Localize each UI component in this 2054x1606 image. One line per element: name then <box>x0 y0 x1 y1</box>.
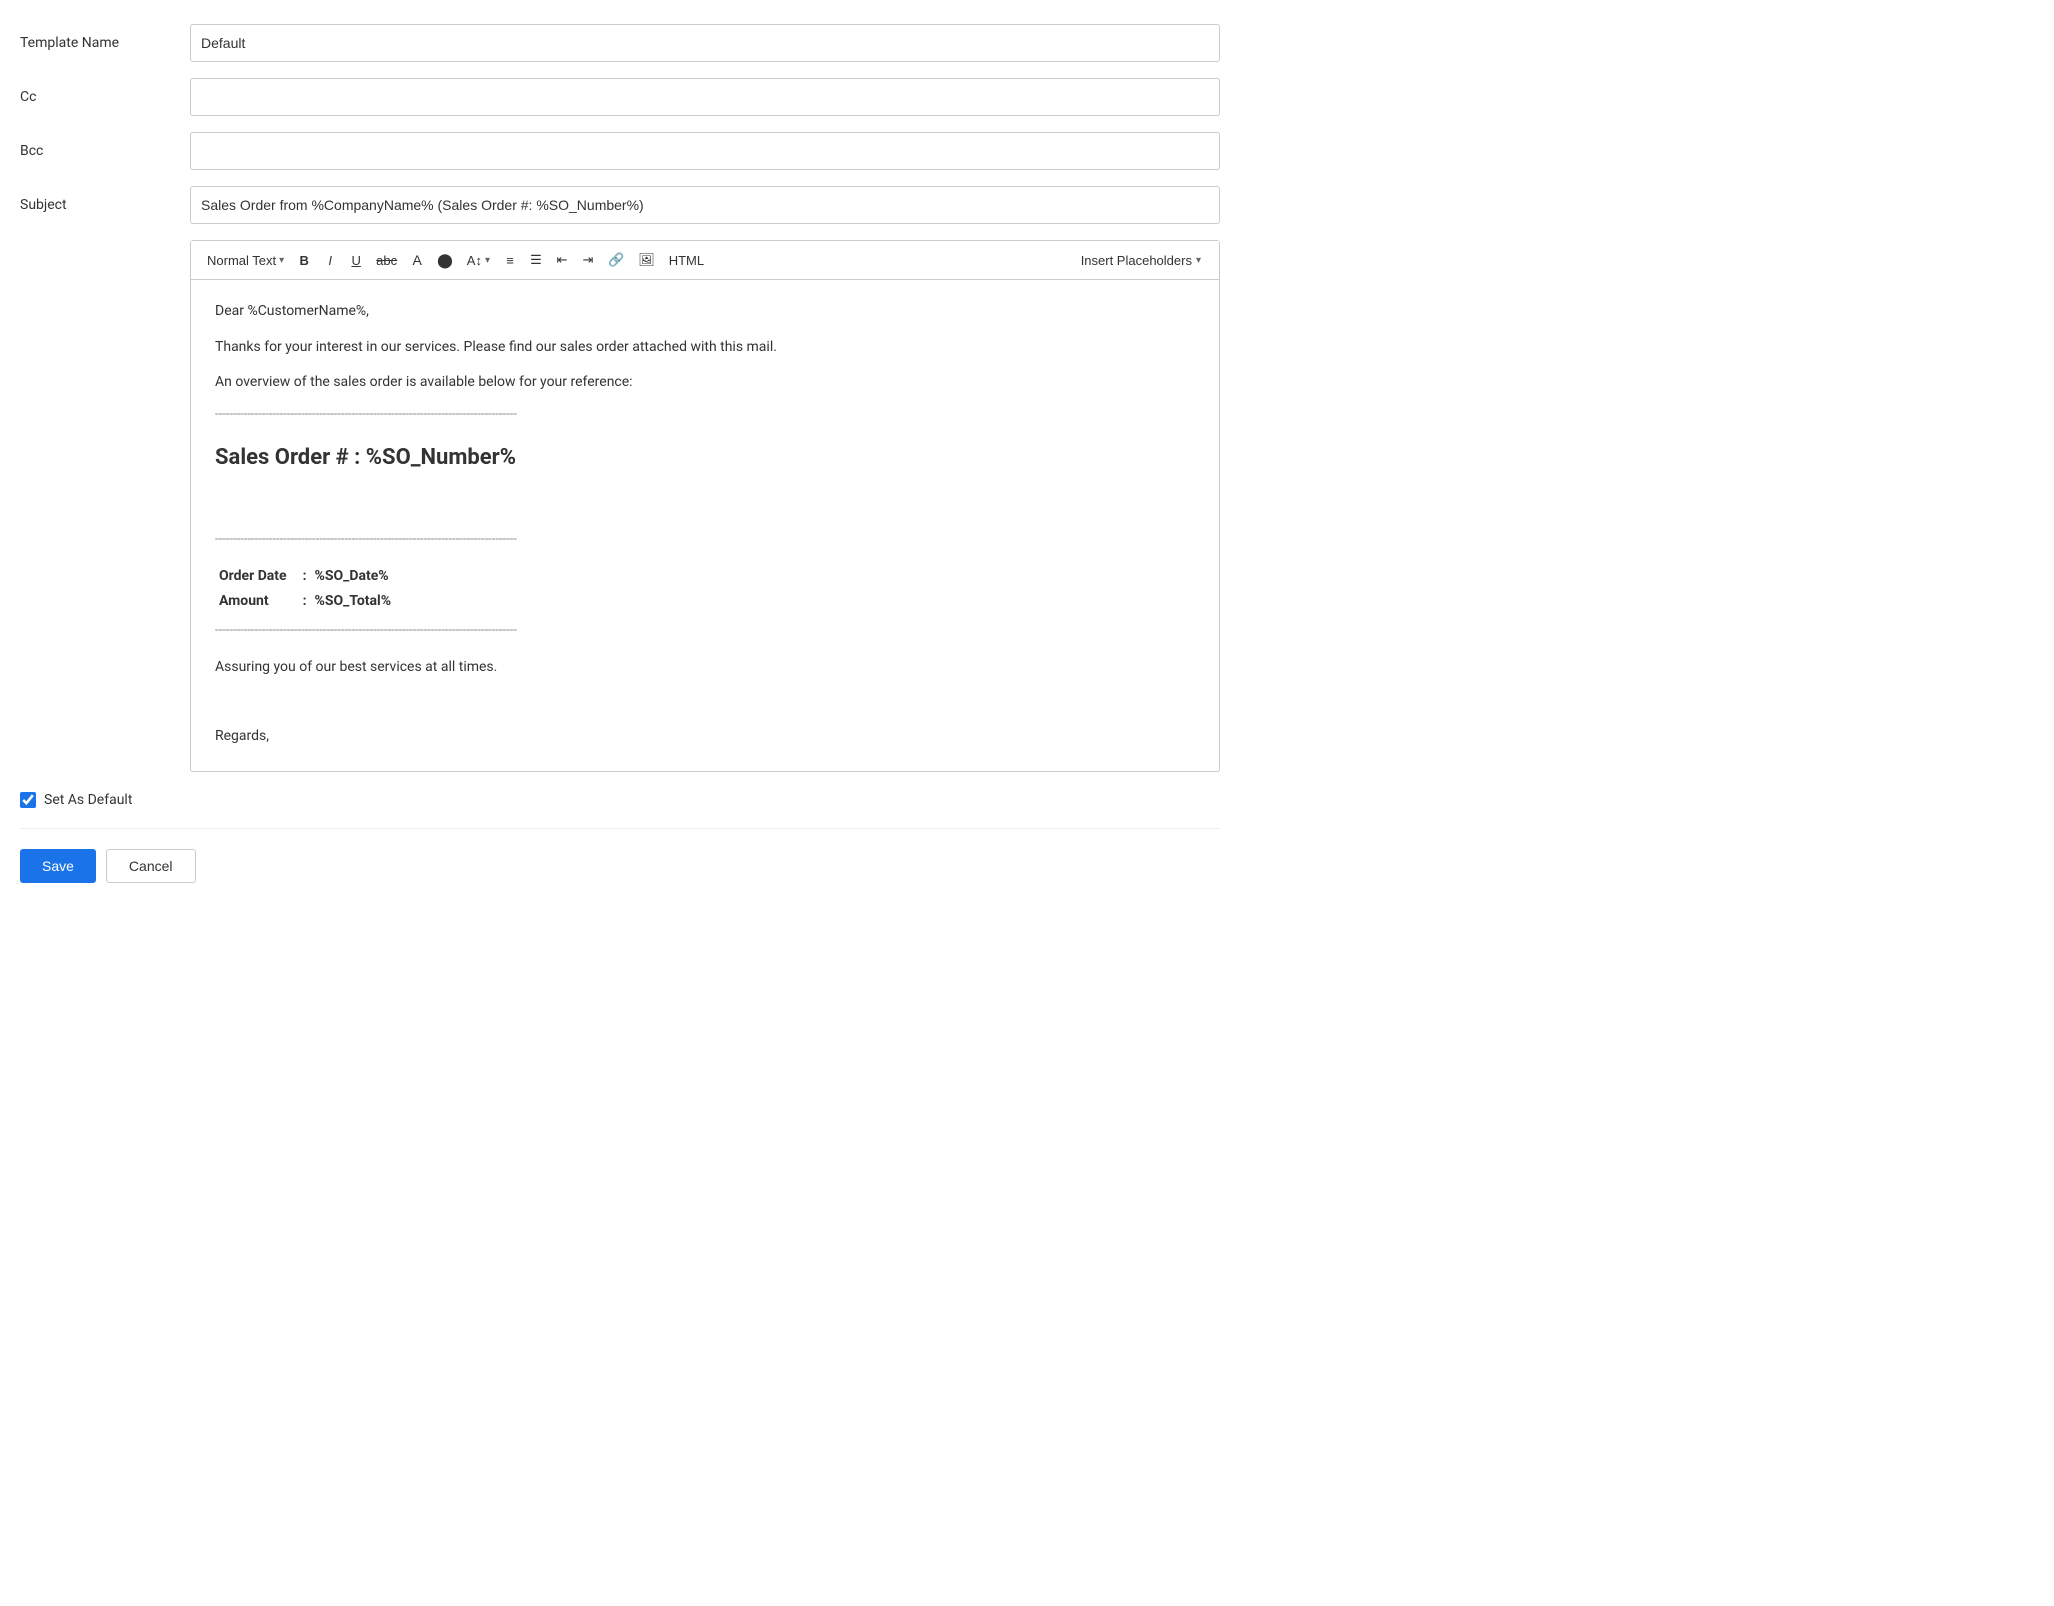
amount-value: %SO_Total% <box>311 589 396 613</box>
template-name-row: Template Name <box>20 24 1220 62</box>
order-date-label: Order Date <box>215 564 299 588</box>
strikethrough-button[interactable]: abc <box>370 247 403 273</box>
editor-order-details: Order Date : %SO_Date% Amount : %SO_Tota… <box>215 564 1195 613</box>
order-date-colon: : <box>299 564 311 588</box>
ordered-list-button[interactable]: ≡ <box>498 247 522 273</box>
template-name-label: Template Name <box>20 35 190 51</box>
cc-row: Cc <box>20 78 1220 116</box>
editor-divider2: ----------------------------------------… <box>215 530 1195 551</box>
set-as-default-checkbox[interactable] <box>20 792 36 808</box>
cancel-button[interactable]: Cancel <box>106 849 196 883</box>
normal-text-dropdown[interactable]: Normal Text ▾ <box>201 247 290 273</box>
editor-order-heading: Sales Order # : %SO_Number% <box>215 440 1195 475</box>
insert-placeholders-arrow-icon: ▾ <box>1196 255 1201 266</box>
subject-label: Subject <box>20 197 190 213</box>
highlight-button[interactable]: ⬤ <box>431 247 459 273</box>
outdent-button[interactable]: ⇤ <box>550 247 574 273</box>
set-as-default-row: Set As Default <box>20 792 1220 829</box>
insert-placeholders-button[interactable]: Insert Placeholders ▾ <box>1073 247 1209 273</box>
bold-button[interactable]: B <box>292 247 316 273</box>
editor-wrapper: Normal Text ▾ B I U abc A <box>190 240 1220 772</box>
editor-row: Normal Text ▾ B I U abc A <box>20 240 1220 772</box>
normal-text-label: Normal Text <box>207 253 276 268</box>
bcc-row: Bcc <box>20 132 1220 170</box>
link-icon: 🔗 <box>608 252 624 268</box>
font-size-label: A↕ <box>467 253 482 268</box>
amount-row: Amount : %SO_Total% <box>215 589 395 613</box>
set-as-default-label[interactable]: Set As Default <box>44 792 132 808</box>
indent-icon: ⇥ <box>583 252 594 268</box>
image-icon: 🖼 <box>638 252 655 268</box>
font-size-dropdown[interactable]: A↕ ▾ <box>461 247 496 273</box>
editor-closing: Assuring you of our best services at all… <box>215 656 1195 678</box>
indent-button[interactable]: ⇥ <box>576 247 600 273</box>
unordered-list-icon: ☰ <box>530 252 542 268</box>
highlight-icon: ⬤ <box>437 252 453 269</box>
editor-line3: An overview of the sales order is availa… <box>215 371 1195 393</box>
order-date-row: Order Date : %SO_Date% <box>215 564 395 588</box>
subject-row: Subject <box>20 186 1220 224</box>
subject-input[interactable] <box>190 186 1220 224</box>
font-size-arrow-icon: ▾ <box>485 255 490 266</box>
cc-input[interactable] <box>190 78 1220 116</box>
cc-label: Cc <box>20 89 190 105</box>
normal-text-arrow-icon: ▾ <box>279 255 284 266</box>
editor-divider3: ----------------------------------------… <box>215 621 1195 642</box>
editor-toolbar: Normal Text ▾ B I U abc A <box>191 241 1219 280</box>
template-name-input[interactable] <box>190 24 1220 62</box>
editor-regards: Regards, <box>215 725 1195 747</box>
ordered-list-icon: ≡ <box>506 253 514 268</box>
unordered-list-button[interactable]: ☰ <box>524 247 548 273</box>
editor-content[interactable]: Dear %CustomerName%, Thanks for your int… <box>191 280 1219 771</box>
font-color-icon: A <box>412 252 421 268</box>
action-buttons: Save Cancel <box>20 849 1220 883</box>
italic-button[interactable]: I <box>318 247 342 273</box>
form-container: Template Name Cc Bcc Subject Normal Text… <box>20 24 1220 883</box>
save-button[interactable]: Save <box>20 849 96 883</box>
bcc-label: Bcc <box>20 143 190 159</box>
image-button[interactable]: 🖼 <box>632 247 661 273</box>
bcc-input[interactable] <box>190 132 1220 170</box>
amount-colon: : <box>299 589 311 613</box>
editor-label-spacer <box>20 240 190 772</box>
editor-divider1: ----------------------------------------… <box>215 405 1195 426</box>
amount-label: Amount <box>215 589 299 613</box>
underline-button[interactable]: U <box>344 247 368 273</box>
editor-line2: Thanks for your interest in our services… <box>215 336 1195 358</box>
order-date-value: %SO_Date% <box>311 564 396 588</box>
outdent-icon: ⇤ <box>557 252 568 268</box>
html-button[interactable]: HTML <box>663 247 710 273</box>
link-button[interactable]: 🔗 <box>602 247 630 273</box>
editor-salutation: Dear %CustomerName%, <box>215 300 1195 322</box>
font-color-button[interactable]: A <box>405 247 429 273</box>
